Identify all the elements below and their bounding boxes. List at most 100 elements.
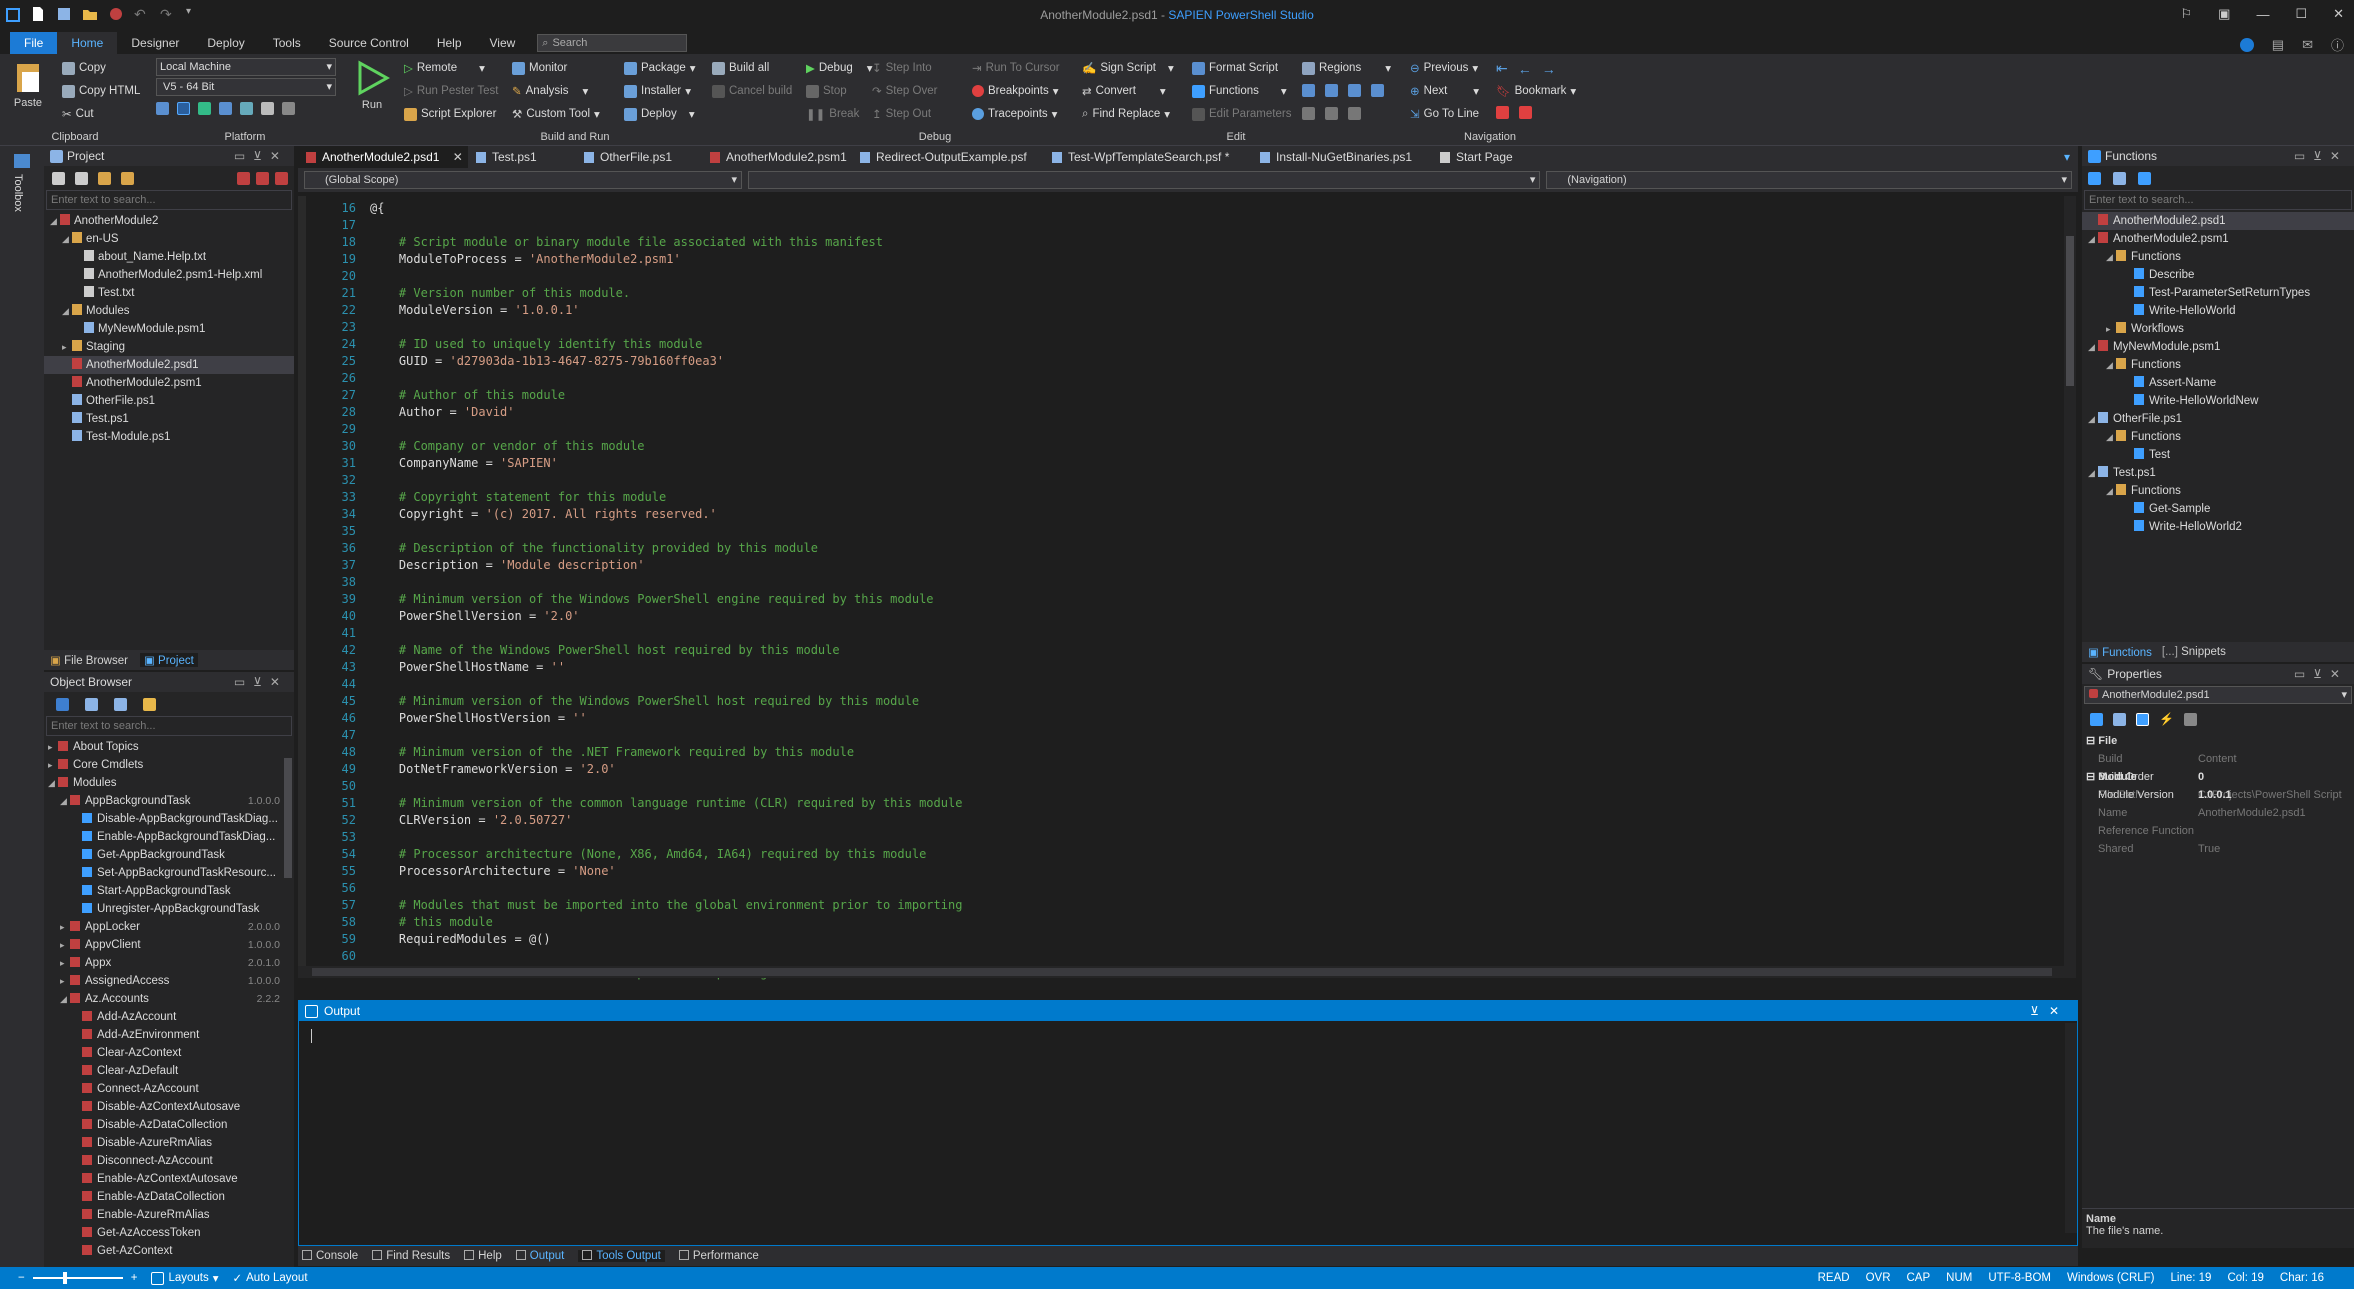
functions-tree-item[interactable]: ◢ AnotherModule2.psm1 [2082, 230, 2354, 248]
installer-button[interactable]: Installer ▾ [624, 81, 691, 101]
expander-icon[interactable]: ◢ [2088, 410, 2098, 428]
code-line[interactable]: Copyright = '(c) 2017. All rights reserv… [370, 506, 962, 523]
code-editor[interactable]: 16 17 18 19 20 21 22 23 24 25 26 27 28 29 30 31 32 33 34 35… [298, 196, 2076, 980]
object-browser-item[interactable]: Enable-AzContextAutosave [44, 1170, 280, 1188]
comment-icon[interactable] [1348, 84, 1361, 97]
functions-tree-item[interactable]: ◢ Test.ps1 [2082, 464, 2354, 482]
maximize-button[interactable]: ☐ [2295, 6, 2307, 22]
x86-icon[interactable] [177, 102, 190, 115]
platform-select[interactable]: V5 - 64 Bit ▾ [156, 78, 336, 96]
code-line[interactable] [370, 319, 962, 336]
object-browser-scrollbar[interactable] [284, 758, 292, 878]
expander-icon[interactable]: ▸ [62, 338, 72, 356]
toolbox-icon[interactable] [14, 154, 30, 168]
code-line[interactable]: DotNetFrameworkVersion = '2.0' [370, 761, 962, 778]
step-over-button[interactable]: ↷ Step Over [872, 81, 937, 101]
code-line[interactable] [370, 880, 962, 897]
object-browser-item[interactable]: Disable-AppBackgroundTaskDiag... [44, 810, 280, 828]
script-explorer-button[interactable]: Script Explorer [404, 104, 496, 124]
close-tab-icon[interactable]: ✕ [449, 150, 463, 164]
object-browser-search-input[interactable]: Enter text to search... [46, 716, 292, 736]
code-line[interactable]: CLRVersion = '2.0.50727' [370, 812, 962, 829]
tracepoints-button[interactable]: Tracepoints ▾ [972, 104, 1057, 124]
code-line[interactable]: PowerShellHostVersion = '' [370, 710, 962, 727]
run-to-cursor-button[interactable]: ⇥ Run To Cursor [972, 58, 1060, 78]
object-browser-item[interactable]: Disable-AzContextAutosave [44, 1098, 280, 1116]
settings-icon[interactable] [261, 102, 274, 115]
tab-functions[interactable]: ▣ Functions [2088, 645, 2152, 659]
object-browser-item[interactable]: Enable-AzureRmAlias [44, 1206, 280, 1224]
code-line[interactable]: RequiredModules = @() [370, 931, 962, 948]
chat-icon[interactable]: ✉ [2302, 37, 2313, 53]
project-search-input[interactable]: Enter text to search... [46, 190, 292, 210]
debug-button[interactable]: ▶ Debug ▾ [806, 58, 873, 78]
copy-html-button[interactable]: Copy HTML [62, 81, 140, 101]
code-line[interactable]: # Minimum version of the Windows PowerSh… [370, 591, 962, 608]
refresh-project-icon[interactable] [256, 171, 269, 185]
object-browser-item[interactable]: ▸ AssignedAccess 1.0.0.0 [44, 972, 280, 990]
expander-icon[interactable]: ◢ [62, 302, 72, 320]
zoom-in-icon[interactable]: + [131, 1272, 138, 1284]
format-script-button[interactable]: Format Script [1192, 58, 1278, 78]
machine-select[interactable]: Local Machine ▾ [156, 58, 336, 76]
code-line[interactable] [370, 727, 962, 744]
object-browser-item[interactable]: Set-AppBackgroundTaskResourc... [44, 864, 280, 882]
code-line[interactable] [370, 421, 962, 438]
doc-tab-redirect-outputexample-psf[interactable]: Redirect-OutputExample.psf [852, 146, 1044, 168]
tab-home[interactable]: Home [57, 32, 118, 54]
object-browser-item[interactable]: Enable-AzDataCollection [44, 1188, 280, 1206]
code-line[interactable] [370, 829, 962, 846]
expander-icon[interactable]: ▸ [60, 918, 70, 936]
object-browser-item[interactable]: Clear-AzDefault [44, 1062, 280, 1080]
code-line[interactable]: # ID used to uniquely identify this modu… [370, 336, 962, 353]
expander-icon[interactable]: ◢ [50, 212, 60, 230]
prev-bookmark-icon[interactable] [1496, 106, 1509, 119]
functions-tree-item[interactable]: AnotherModule2.psd1 [2082, 212, 2354, 230]
expander-icon[interactable]: ◢ [62, 230, 72, 248]
expander-icon[interactable]: ◢ [2088, 338, 2098, 356]
object-browser-item[interactable]: Add-AzAccount [44, 1008, 280, 1026]
object-browser-item[interactable]: Unregister-AppBackgroundTask [44, 900, 280, 918]
cut-button[interactable]: ✂ Cut [62, 104, 94, 124]
project-tree-item[interactable]: ▸ Staging [44, 338, 294, 356]
functions-tree-item[interactable]: ◢ MyNewModule.psm1 [2082, 338, 2354, 356]
expand-icon[interactable] [1325, 107, 1338, 120]
functions-tree-item[interactable]: ◢ Functions [2082, 482, 2354, 500]
expander-icon[interactable]: ▸ [60, 954, 70, 972]
panel-controls[interactable]: ⊻✕ [2030, 1004, 2077, 1018]
expander-icon[interactable]: ◢ [2088, 230, 2098, 248]
expander-icon[interactable]: ◢ [2106, 428, 2116, 446]
wmi-icon[interactable] [114, 697, 127, 711]
object-browser-item[interactable]: ◢ Modules [44, 774, 280, 792]
open-folder-icon[interactable] [121, 171, 134, 185]
cancel-build-button[interactable]: Cancel build [712, 81, 792, 101]
member-select[interactable]: ▾ [748, 171, 1541, 189]
custom-tool-button[interactable]: ⚒ Custom Tool ▾ [512, 104, 600, 124]
project-tree-item[interactable]: OtherFile.ps1 [44, 392, 294, 410]
powershell-icon[interactable] [56, 697, 69, 711]
code-line[interactable]: # Version number of this module. [370, 285, 962, 302]
bottom-tab-console[interactable]: Console [302, 1250, 358, 1262]
code-line[interactable]: # this module [370, 914, 962, 931]
properties-view-icon[interactable] [2136, 712, 2149, 726]
breakpoints-button[interactable]: Breakpoints ▾ [972, 81, 1059, 101]
object-browser-item[interactable]: Enable-AppBackgroundTaskDiag... [44, 828, 280, 846]
property-row[interactable]: Shared True [2082, 840, 2354, 858]
feedback-icon[interactable]: ⚐ [2180, 6, 2192, 22]
panel-controls[interactable]: ▭⊻✕ [234, 149, 294, 163]
project-tree-item[interactable]: Test-Module.ps1 [44, 428, 294, 446]
bottom-tab-tools-output[interactable]: Tools Output [578, 1250, 665, 1262]
auto-layout-toggle[interactable]: ✓ Auto Layout [233, 1271, 308, 1285]
bottom-tab-output[interactable]: Output [515, 1250, 564, 1262]
package-button[interactable]: Package ▾ [624, 58, 696, 78]
deploy-button[interactable]: Deploy ▾ [624, 104, 695, 124]
edit-parameters-button[interactable]: Edit Parameters [1192, 104, 1291, 124]
tab-source-control[interactable]: Source Control [315, 32, 423, 54]
analysis-button[interactable]: ✎ Analysis ▾ [512, 81, 588, 101]
new-item-icon[interactable] [52, 171, 65, 185]
categorized-icon[interactable] [2090, 712, 2103, 726]
tab-file-browser[interactable]: ▣ File Browser [50, 653, 128, 667]
build-all-button[interactable]: Build all [712, 58, 769, 78]
tab-project[interactable]: ▣ Project [139, 653, 198, 667]
object-browser-item[interactable]: Disconnect-AzAccount [44, 1152, 280, 1170]
